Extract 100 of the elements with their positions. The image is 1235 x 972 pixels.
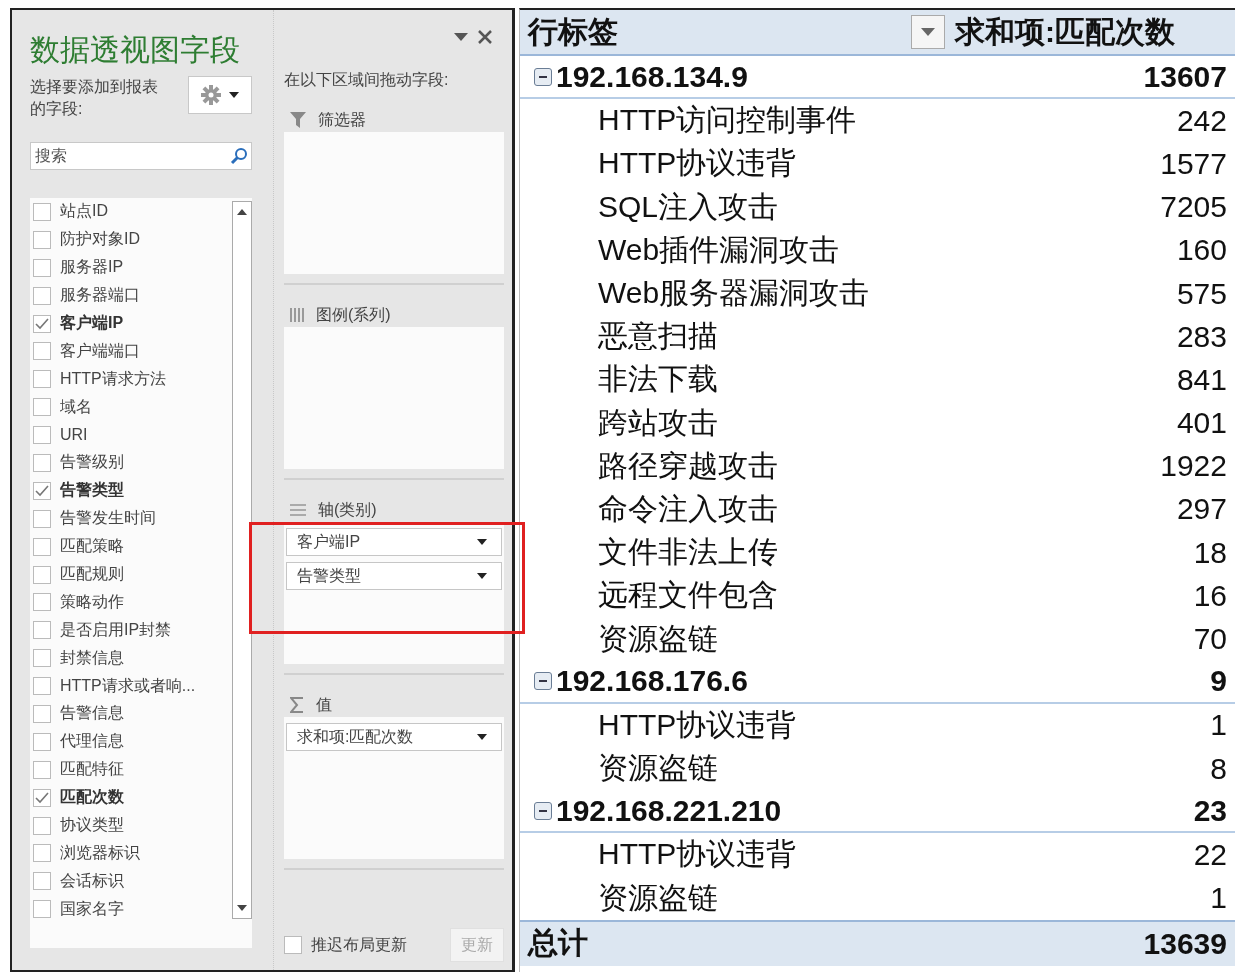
- field-label[interactable]: 防护对象ID: [60, 229, 140, 251]
- area-label: 筛选器: [318, 109, 366, 130]
- close-icon[interactable]: [478, 30, 492, 44]
- checkbox[interactable]: [33, 398, 51, 417]
- table-cell: 13607: [1143, 59, 1227, 94]
- checkbox[interactable]: [33, 481, 51, 500]
- row-label: HTTP协议违背: [598, 707, 797, 741]
- rows-icon: [290, 504, 306, 516]
- checkbox[interactable]: [33, 788, 51, 807]
- field-label[interactable]: 封禁信息: [60, 647, 124, 669]
- row-label: 192.168.176.6: [556, 664, 748, 698]
- checkbox[interactable]: [33, 900, 51, 919]
- tools-button[interactable]: [188, 76, 252, 114]
- field-chip[interactable]: 客户端IP: [286, 528, 502, 556]
- column-header: 行标签: [528, 13, 619, 50]
- field-label[interactable]: 会话标识: [60, 870, 124, 892]
- checkbox[interactable]: [33, 760, 51, 779]
- table-cell: 1922: [1160, 449, 1227, 484]
- field-chip[interactable]: 告警类型: [286, 562, 502, 590]
- field-label[interactable]: 告警类型: [60, 480, 124, 502]
- drop-area[interactable]: 求和项:匹配次数: [284, 717, 504, 859]
- row-label: 资源盗链: [598, 751, 718, 785]
- table-cell: 8: [1210, 751, 1227, 786]
- checkbox[interactable]: [33, 844, 51, 863]
- row-label: 文件非法上传: [598, 535, 778, 569]
- search-field[interactable]: 搜索: [30, 142, 252, 170]
- field-label[interactable]: 匹配策略: [60, 536, 124, 558]
- filter-dropdown-button[interactable]: [911, 15, 945, 49]
- table-cell: 22: [1193, 837, 1227, 872]
- table-cell: 160: [1176, 233, 1227, 268]
- row-label: 192.168.134.9: [556, 59, 748, 93]
- field-label[interactable]: 是否启用IP封禁: [60, 619, 172, 641]
- checkbox[interactable]: [33, 314, 51, 333]
- row-label: 资源盗链: [598, 621, 718, 655]
- checkbox[interactable]: [33, 593, 51, 612]
- checkbox[interactable]: [33, 509, 51, 528]
- checkbox[interactable]: [33, 230, 51, 249]
- collapse-icon[interactable]: [534, 801, 552, 820]
- checkbox[interactable]: [284, 936, 302, 954]
- checkbox-label[interactable]: 推迟布局更新: [311, 934, 407, 956]
- field-label[interactable]: 国家名字: [60, 898, 124, 920]
- field-label[interactable]: 告警级别: [60, 452, 124, 474]
- row-label: 跨站攻击: [598, 405, 718, 439]
- field-label[interactable]: 客户端端口: [60, 340, 140, 362]
- checkbox[interactable]: [33, 565, 51, 584]
- field-label[interactable]: 代理信息: [60, 731, 124, 753]
- drop-area[interactable]: 客户端IP 告警类型: [284, 522, 504, 664]
- field-label[interactable]: 告警信息: [60, 703, 124, 725]
- caret-icon: [477, 539, 487, 545]
- field-label[interactable]: 匹配次数: [60, 787, 124, 809]
- area-label: 值: [316, 694, 332, 715]
- checkbox[interactable]: [33, 649, 51, 668]
- caret-icon: [229, 92, 239, 98]
- field-chip[interactable]: 求和项:匹配次数: [286, 723, 502, 751]
- field-label[interactable]: 域名: [60, 396, 92, 418]
- field-label[interactable]: 客户端IP: [60, 313, 124, 334]
- checkbox[interactable]: [33, 621, 51, 640]
- search-icon: [230, 147, 248, 165]
- field-label[interactable]: 协议类型: [60, 815, 124, 837]
- field-label[interactable]: URI: [60, 426, 88, 445]
- checkbox[interactable]: [33, 453, 51, 472]
- scrollbar[interactable]: [232, 201, 252, 919]
- row-label: 192.168.221.210: [556, 793, 782, 827]
- table-cell: 23: [1193, 793, 1227, 828]
- collapse-icon[interactable]: [534, 67, 552, 86]
- field-label[interactable]: HTTP请求方法: [60, 368, 166, 390]
- checkbox[interactable]: [33, 816, 51, 835]
- checkbox[interactable]: [33, 732, 51, 751]
- field-label[interactable]: 浏览器标识: [60, 842, 140, 864]
- table-cell: 1577: [1160, 146, 1227, 181]
- table-cell: 401: [1176, 406, 1227, 441]
- field-label[interactable]: HTTP请求或者响...: [60, 675, 196, 697]
- table-cell: 1: [1210, 708, 1227, 743]
- field-label[interactable]: 服务器IP: [60, 257, 124, 279]
- field-label[interactable]: 策略动作: [60, 591, 124, 613]
- field-label[interactable]: 匹配特征: [60, 759, 124, 781]
- field-label[interactable]: 告警发生时间: [60, 508, 156, 530]
- instruction-text: 选择要添加到报表的字段:: [30, 77, 159, 119]
- area-label: 图例(系列): [316, 304, 391, 325]
- table-cell: 18: [1193, 535, 1227, 570]
- table-cell: 242: [1176, 103, 1227, 138]
- field-label[interactable]: 匹配规则: [60, 564, 124, 585]
- checkbox[interactable]: [33, 704, 51, 723]
- checkbox[interactable]: [33, 677, 51, 696]
- checkbox[interactable]: [33, 370, 51, 389]
- checkbox[interactable]: [33, 872, 51, 891]
- checkbox[interactable]: [33, 286, 51, 305]
- dropdown-icon[interactable]: [454, 33, 468, 41]
- checkbox[interactable]: [33, 537, 51, 556]
- field-label[interactable]: 服务器端口: [60, 285, 140, 307]
- collapse-icon[interactable]: [534, 672, 552, 691]
- checkbox[interactable]: [33, 258, 51, 277]
- row-label: Web服务器漏洞攻击: [598, 276, 870, 310]
- area-label: 轴(类别): [318, 499, 377, 520]
- checkbox[interactable]: [33, 426, 51, 445]
- row-label: 路径穿越攻击: [598, 448, 778, 482]
- row-label: SQL注入攻击: [598, 189, 779, 223]
- checkbox[interactable]: [33, 202, 51, 221]
- checkbox[interactable]: [33, 342, 51, 361]
- field-label[interactable]: 站点ID: [60, 201, 108, 223]
